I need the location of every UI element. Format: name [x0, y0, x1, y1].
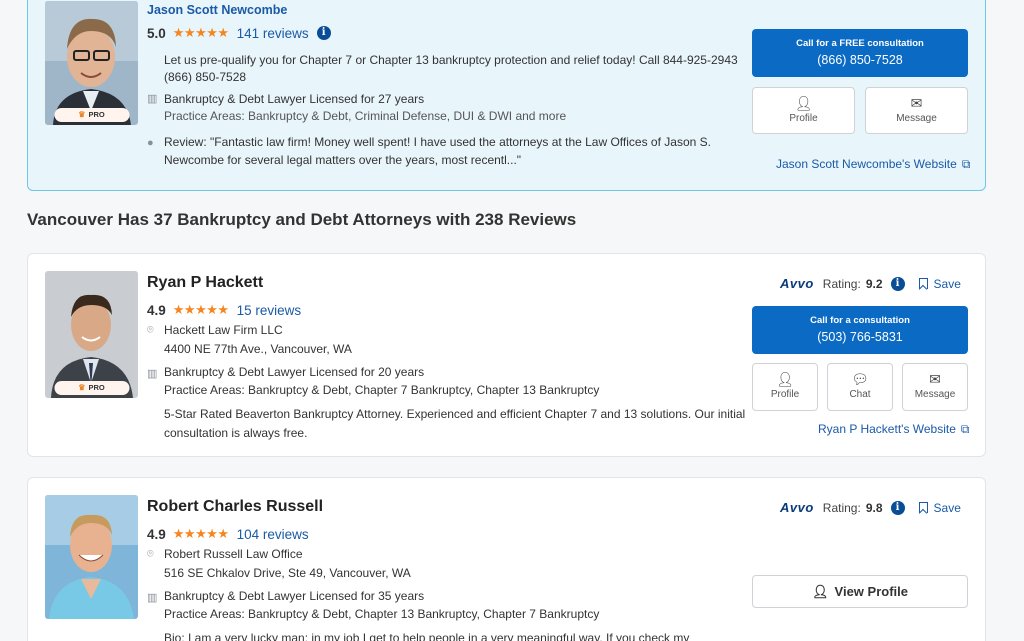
speech-bubble-icon: ● — [147, 137, 154, 149]
rating-row: 5.0 ★★★★★ 141 reviews i — [147, 25, 331, 41]
lawyer-portrait-image — [45, 271, 138, 398]
person-icon: 👤︎ — [776, 371, 794, 387]
message-button[interactable]: ✉ Message — [902, 363, 968, 411]
firm-name: Robert Russell Law Office — [164, 547, 303, 561]
location-pin-icon: ⌾ — [147, 548, 154, 560]
rating-score: 4.9 — [147, 526, 166, 542]
firm-address: 516 SE Chkalov Drive, Ste 49, Vancouver,… — [164, 566, 411, 580]
profile-button-label: Profile — [770, 389, 800, 400]
practice-areas: Practice Areas: Bankruptcy & Debt, Crimi… — [164, 109, 567, 123]
briefcase-icon: ▥ — [147, 368, 158, 380]
message-button-label: Message — [896, 113, 937, 124]
pro-badge: ♛ PRO — [54, 381, 129, 395]
lawyer-card: ♛ PRO Ryan P Hackett 4.9 ★★★★★ 15 reviews… — [27, 253, 986, 457]
lawyer-name-link[interactable]: Jason Scott Newcombe — [147, 3, 287, 17]
avvo-logo: Avvo — [780, 500, 814, 515]
chat-bubble-icon: 💬︎ — [851, 371, 869, 387]
section-title: Vancouver Has 37 Bankruptcy and Debt Att… — [27, 210, 577, 229]
view-profile-button[interactable]: 👤︎ View Profile — [752, 575, 968, 608]
rating-row: 4.9 ★★★★★ 15 reviews — [147, 302, 301, 318]
pro-badge: ♛ PRO — [54, 108, 129, 122]
website-link-label: Jason Scott Newcombe's Website — [776, 157, 957, 171]
profile-button-label: Profile — [789, 113, 818, 124]
person-icon: 👤︎ — [794, 95, 813, 111]
crown-icon: ♛ — [78, 110, 86, 119]
avvo-rating-row: Avvo Rating: 9.2 i Save — [780, 276, 961, 291]
location-pin-icon: ⌾ — [147, 324, 154, 336]
message-button-label: Message — [914, 389, 956, 400]
avvo-rating-value: 9.2 — [865, 276, 883, 291]
website-link-label: Ryan P Hackett's Website — [818, 422, 956, 436]
lawyer-card: Robert Charles Russell 4.9 ★★★★★ 104 rev… — [27, 477, 986, 641]
call-button-label: Call for a FREE consultation — [796, 38, 924, 49]
save-label: Save — [933, 500, 961, 515]
info-icon[interactable]: i — [316, 26, 331, 40]
star-rating-icons: ★★★★★ — [172, 526, 229, 541]
review-line-1: Review: "Fantastic law firm! Money well … — [164, 135, 711, 149]
bookmark-icon — [918, 278, 928, 289]
lawyer-name[interactable]: Ryan P Hackett — [147, 274, 263, 292]
description-line-2: consultation is always free. — [164, 426, 308, 440]
info-icon[interactable]: i — [890, 276, 905, 291]
rating-score: 5.0 — [147, 25, 166, 41]
reviews-link[interactable]: 141 reviews — [237, 26, 309, 41]
crown-icon: ♛ — [78, 383, 86, 392]
lawyer-portrait-image — [45, 1, 138, 125]
briefcase-icon: ▥ — [147, 592, 158, 604]
license-text: Bankruptcy & Debt Lawyer Licensed for 27… — [164, 92, 425, 106]
license-text: Bankruptcy & Debt Lawyer Licensed for 35… — [164, 589, 425, 603]
briefcase-icon: ▥ — [147, 93, 158, 105]
star-rating-icons: ★★★★★ — [172, 302, 229, 317]
save-label: Save — [933, 276, 961, 291]
profile-button[interactable]: 👤︎ Profile — [752, 87, 855, 134]
featured-lawyer-card: ♛ PRO Jason Scott Newcombe 5.0 ★★★★★ 141 … — [27, 0, 986, 191]
lawyer-portrait-image — [45, 495, 138, 619]
person-icon: 👤︎ — [812, 584, 829, 599]
rating-row: 4.9 ★★★★★ 104 reviews — [147, 526, 309, 542]
save-button[interactable]: Save — [918, 276, 961, 291]
avvo-rating-row: Avvo Rating: 9.8 i Save — [780, 500, 961, 515]
description-line-1: Let us pre-qualify you for Chapter 7 or … — [164, 53, 738, 67]
star-rating-icons: ★★★★★ — [172, 25, 229, 40]
lawyer-photo[interactable] — [45, 495, 138, 619]
lawyer-name[interactable]: Robert Charles Russell — [147, 498, 323, 516]
message-button[interactable]: ✉ Message — [865, 87, 968, 134]
rating-label: Rating: — [822, 276, 861, 291]
reviews-link[interactable]: 15 reviews — [237, 303, 302, 318]
envelope-icon: ✉ — [929, 371, 941, 387]
external-link-icon: ⧉ — [961, 157, 971, 171]
description-line-1: 5-Star Rated Beaverton Bankruptcy Attorn… — [164, 407, 746, 421]
call-consultation-button[interactable]: Call for a FREE consultation (866) 850-7… — [752, 29, 968, 77]
practice-areas: Practice Areas: Bankruptcy & Debt, Chapt… — [164, 383, 600, 397]
practice-areas: Practice Areas: Bankruptcy & Debt, Chapt… — [164, 607, 600, 621]
view-profile-label: View Profile — [834, 584, 908, 599]
call-button-label: Call for a consultation — [810, 315, 910, 326]
lawyer-photo[interactable]: ♛ PRO — [45, 1, 138, 125]
call-button-phone: (503) 766-5831 — [817, 330, 903, 344]
website-link[interactable]: Jason Scott Newcombe's Website ⧉ — [776, 157, 970, 172]
description-line-2: (866) 850-7528 — [164, 70, 247, 84]
website-link[interactable]: Ryan P Hackett's Website ⧉ — [818, 422, 969, 437]
reviews-link[interactable]: 104 reviews — [237, 527, 309, 542]
chat-button-label: Chat — [849, 389, 871, 400]
save-button[interactable]: Save — [918, 500, 961, 515]
info-icon[interactable]: i — [890, 500, 905, 515]
rating-score: 4.9 — [147, 302, 166, 318]
chat-button[interactable]: 💬︎ Chat — [827, 363, 893, 411]
envelope-icon: ✉ — [910, 95, 923, 111]
bio-text: Bio: I am a very lucky man: in my job I … — [164, 631, 690, 641]
lawyer-photo[interactable]: ♛ PRO — [45, 271, 138, 398]
call-button-phone: (866) 850-7528 — [817, 53, 903, 67]
review-line-2: Newcombe for several legal matters over … — [164, 153, 522, 167]
firm-name: Hackett Law Firm LLC — [164, 323, 283, 337]
profile-button[interactable]: 👤︎ Profile — [752, 363, 818, 411]
avvo-logo: Avvo — [780, 276, 814, 291]
rating-label: Rating: — [822, 500, 861, 515]
avvo-rating-value: 9.8 — [865, 500, 883, 515]
external-link-icon: ⧉ — [960, 422, 970, 436]
license-text: Bankruptcy & Debt Lawyer Licensed for 20… — [164, 365, 425, 379]
call-consultation-button[interactable]: Call for a consultation (503) 766-5831 — [752, 306, 968, 354]
firm-address: 4400 NE 77th Ave., Vancouver, WA — [164, 342, 352, 356]
bookmark-icon — [918, 502, 928, 513]
